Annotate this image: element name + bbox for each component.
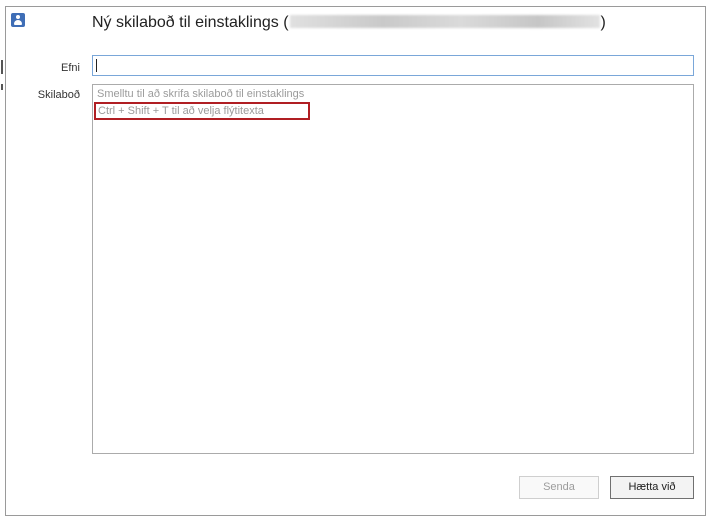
message-textarea[interactable]: Smelltu til að skrifa skilaboð til einst… [92,84,694,454]
message-label: Skilaboð [37,89,80,101]
text-caret [96,59,97,72]
dialog-titlebar: Ný skilaboð til einstaklings () [6,7,705,37]
background-window-edge-mark [1,84,3,90]
redacted-recipient [289,15,600,28]
dialog-title-suffix: ) [600,14,606,31]
subject-input[interactable] [92,55,694,76]
dialog-title: Ný skilaboð til einstaklings () [92,13,606,33]
quicktext-hint: Ctrl + Shift + T til að velja flýtitexta [98,105,264,117]
message-placeholder: Smelltu til að skrifa skilaboð til einst… [97,88,305,100]
cancel-button[interactable]: Hætta við [610,476,694,499]
new-message-dialog: Ný skilaboð til einstaklings () Efni Ski… [5,6,706,516]
send-button[interactable]: Senda [519,476,599,499]
person-card-icon [11,13,25,27]
dialog-title-prefix: Ný skilaboð til einstaklings ( [92,14,289,31]
quicktext-hint-highlight: Ctrl + Shift + T til að velja flýtitexta [94,102,310,120]
subject-label: Efni [61,62,80,74]
background-window-edge-mark [1,60,3,74]
